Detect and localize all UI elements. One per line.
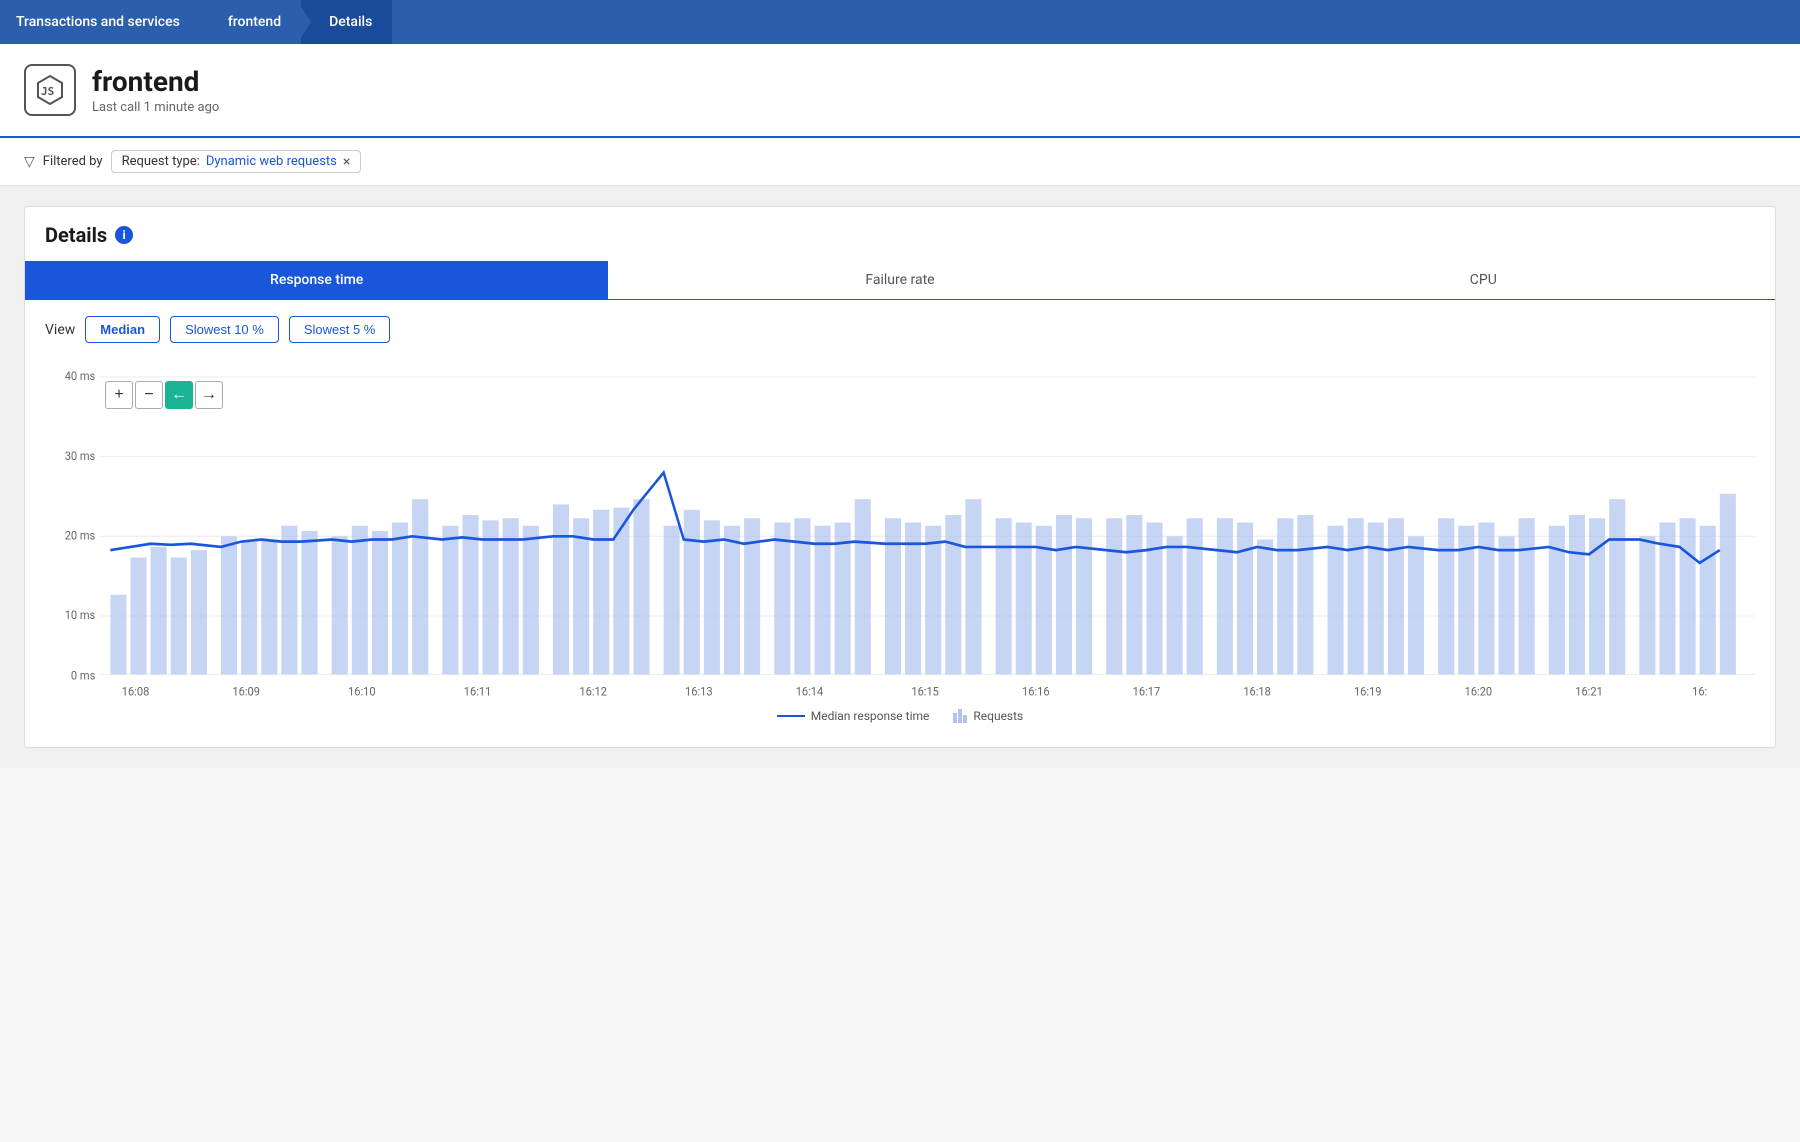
svg-text:40 ms: 40 ms [65,369,96,383]
service-name: frontend [92,65,219,98]
chart-legend: Median response time Requests [45,701,1755,727]
svg-text:16:09: 16:09 [232,684,260,698]
breadcrumb-nav: Transactions and services frontend Detai… [0,0,1800,44]
legend-bar-item: Requests [953,709,1023,723]
legend-line-indicator [777,715,805,717]
svg-text:16:19: 16:19 [1354,684,1382,698]
details-header: Details i [25,207,1775,247]
view-slowest10-button[interactable]: Slowest 10 % [170,316,279,343]
filter-icon: ▽ [24,154,35,170]
svg-text:16:16: 16:16 [1022,684,1050,698]
svg-text:16:: 16: [1692,684,1707,698]
filter-prefix: Filtered by [43,154,103,169]
svg-text:16:12: 16:12 [579,684,607,698]
tabs-row: Response time Failure rate CPU [25,261,1775,300]
breadcrumb-item-frontend[interactable]: frontend [200,0,301,44]
zoom-controls: + − ← → [105,381,223,409]
zoom-out-button[interactable]: − [135,381,163,409]
svg-text:JS: JS [41,85,54,98]
legend-line-item: Median response time [777,709,930,723]
response-time-chart: 40 ms 30 ms 20 ms 10 ms 0 ms [45,361,1755,701]
view-median-button[interactable]: Median [85,316,160,343]
svg-text:16:20: 16:20 [1465,684,1493,698]
breadcrumb-item-transactions[interactable]: Transactions and services [0,0,200,44]
svg-text:16:10: 16:10 [348,684,376,698]
filter-close-button[interactable]: × [343,155,350,169]
svg-text:16:08: 16:08 [122,684,150,698]
tab-failure-rate[interactable]: Failure rate [608,261,1191,299]
legend-bar-label: Requests [973,709,1023,723]
svg-text:16:11: 16:11 [464,684,492,698]
pan-left-button[interactable]: ← [165,381,193,409]
filter-type: Request type: [122,154,200,169]
main-content: Details i Response time Failure rate CPU… [0,186,1800,768]
svg-text:16:13: 16:13 [685,684,713,698]
svg-text:16:17: 16:17 [1133,684,1161,698]
tab-cpu[interactable]: CPU [1192,261,1775,299]
nodejs-icon: JS [34,74,66,106]
service-header: JS frontend Last call 1 minute ago [0,44,1800,138]
svg-text:16:21: 16:21 [1575,684,1603,698]
filter-badge: Request type: Dynamic web requests × [111,150,362,173]
chart-area: + − ← → 40 ms 30 ms 20 ms 10 ms 0 ms [25,351,1775,747]
details-card: Details i Response time Failure rate CPU… [24,206,1776,748]
svg-text:20 ms: 20 ms [65,528,96,542]
zoom-in-button[interactable]: + [105,381,133,409]
tab-response-time[interactable]: Response time [25,261,608,299]
view-slowest5-button[interactable]: Slowest 5 % [289,316,391,343]
svg-text:0 ms: 0 ms [71,668,95,682]
view-row: View Median Slowest 10 % Slowest 5 % [25,300,1775,351]
service-icon: JS [24,64,76,116]
info-icon[interactable]: i [115,226,133,244]
svg-text:10 ms: 10 ms [65,608,96,622]
svg-text:16:14: 16:14 [796,684,824,698]
legend-bar-indicator [953,709,967,723]
svg-text:16:18: 16:18 [1243,684,1271,698]
pan-right-button[interactable]: → [195,381,223,409]
filter-value: Dynamic web requests [206,154,337,169]
legend-line-label: Median response time [811,709,930,723]
service-info: frontend Last call 1 minute ago [92,65,219,115]
breadcrumb-item-details[interactable]: Details [301,0,392,44]
svg-text:30 ms: 30 ms [65,449,96,463]
view-label: View [45,322,75,338]
details-title: Details [45,223,107,247]
svg-text:16:15: 16:15 [911,684,939,698]
filter-bar: ▽ Filtered by Request type: Dynamic web … [0,138,1800,186]
service-last-call: Last call 1 minute ago [92,100,219,115]
